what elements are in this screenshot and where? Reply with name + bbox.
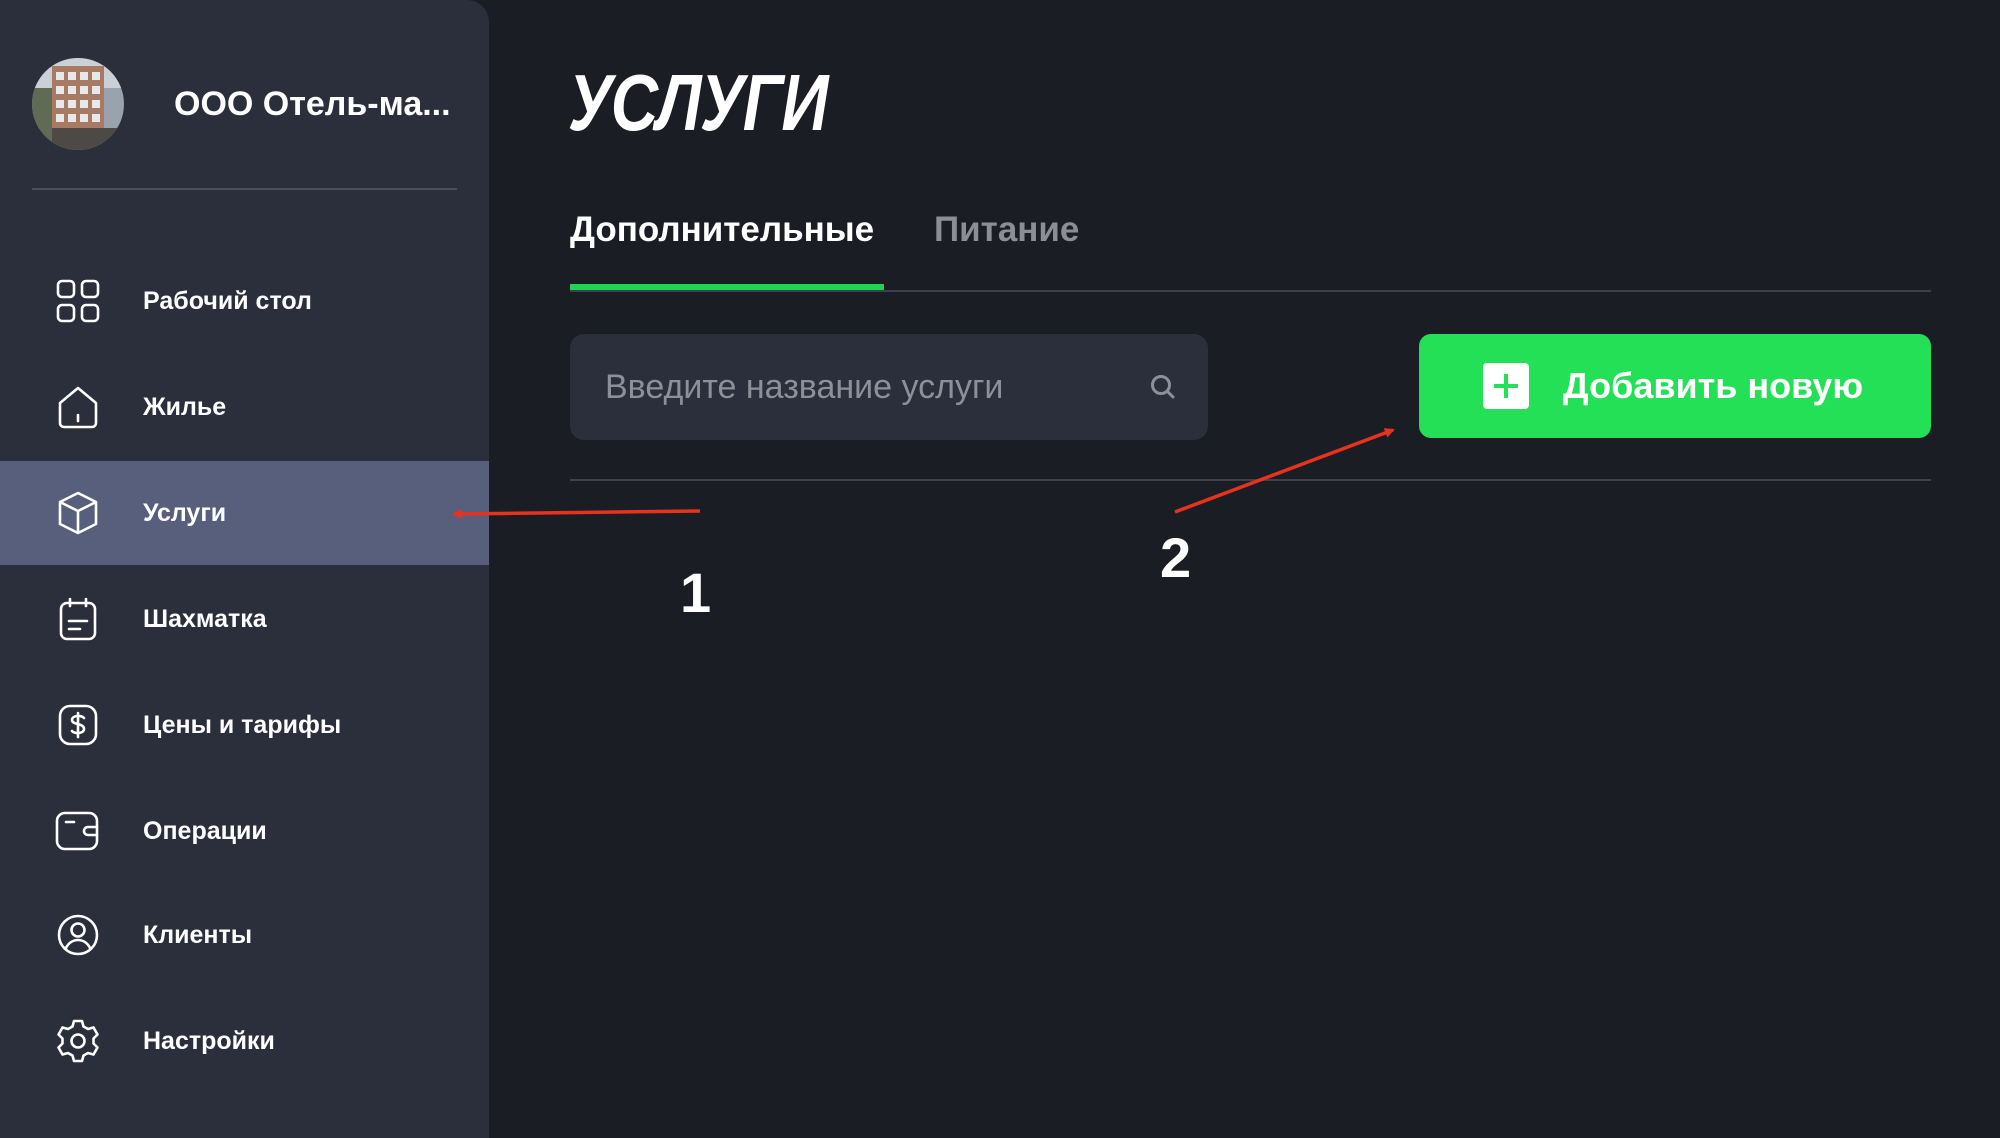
dollar-icon: [54, 701, 102, 749]
app-window: ООО Отель-ма... Рабочий стол Жилье Услуг…: [0, 0, 2000, 1138]
sidebar-item-clients[interactable]: Клиенты: [0, 883, 489, 987]
sidebar-item-chessboard[interactable]: Шахматка: [0, 567, 489, 671]
user-icon: [54, 911, 102, 959]
add-new-button[interactable]: Добавить новую: [1419, 334, 1931, 438]
sidebar: ООО Отель-ма... Рабочий стол Жилье Услуг…: [0, 0, 489, 1138]
wallet-icon: [54, 807, 102, 855]
sidebar-item-label: Цены и тарифы: [143, 710, 342, 739]
tabs-divider: [570, 290, 1931, 292]
org-switcher[interactable]: ООО Отель-ма...: [32, 58, 451, 150]
sidebar-item-dashboard[interactable]: Рабочий стол: [0, 249, 489, 353]
annotation-number-1: 1: [680, 561, 712, 624]
add-new-label: Добавить новую: [1563, 365, 1864, 406]
sidebar-item-prices[interactable]: Цены и тарифы: [0, 673, 489, 777]
home-icon: [54, 383, 102, 431]
sidebar-item-label: Операции: [143, 816, 267, 845]
annotation-arrow-2: [1174, 428, 1395, 514]
sidebar-item-label: Услуги: [143, 498, 227, 527]
tab-label: Питание: [934, 210, 1080, 249]
annotation-number-2: 2: [1160, 526, 1192, 589]
sidebar-item-label: Клиенты: [143, 920, 253, 949]
tab-food[interactable]: Питание: [934, 200, 1079, 290]
sidebar-item-label: Настройки: [143, 1026, 275, 1055]
sidebar-item-housing[interactable]: Жилье: [0, 355, 489, 459]
gear-icon: [54, 1017, 102, 1065]
calendar-icon: [54, 595, 102, 643]
sidebar-item-services[interactable]: Услуги: [0, 461, 489, 565]
sidebar-divider: [32, 188, 457, 190]
search-input[interactable]: [603, 366, 1138, 408]
sidebar-item-label: Рабочий стол: [143, 286, 312, 315]
tab-label: Дополнительные: [570, 210, 875, 249]
annotation-arrow-1: [452, 508, 701, 519]
plus-icon: [1483, 363, 1529, 409]
sidebar-item-operations[interactable]: Операции: [0, 779, 489, 883]
search-icon[interactable]: [1148, 372, 1178, 402]
dashboard-grid-icon: [54, 277, 102, 325]
tab-additional[interactable]: Дополнительные: [570, 200, 884, 290]
org-name: ООО Отель-ма...: [174, 84, 451, 123]
search-box[interactable]: [570, 334, 1208, 440]
sidebar-item-label: Шахматка: [143, 604, 267, 633]
page-title: УСЛУГИ: [568, 58, 829, 147]
org-avatar: [32, 58, 124, 150]
sidebar-item-label: Жилье: [143, 392, 227, 421]
box-icon: [54, 489, 102, 537]
sidebar-item-settings[interactable]: Настройки: [0, 989, 489, 1093]
tab-bar: Дополнительные Питание: [570, 200, 1931, 292]
content-divider: [570, 479, 1931, 481]
